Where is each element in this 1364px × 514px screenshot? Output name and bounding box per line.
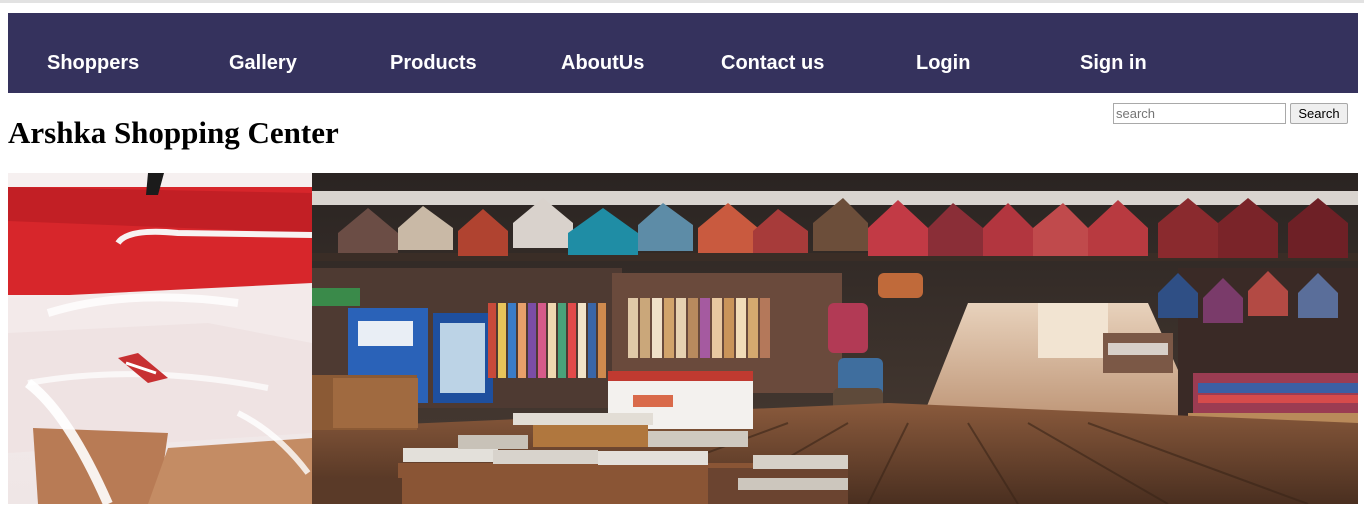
shopping-bags-photo <box>8 173 313 504</box>
nav-item-products[interactable]: Products <box>390 51 477 75</box>
market-stalls-photo <box>312 173 1358 504</box>
nav-item-gallery[interactable]: Gallery <box>229 51 297 75</box>
nav-item-shoppers[interactable]: Shoppers <box>47 51 139 75</box>
nav-item-contact-us[interactable]: Contact us <box>721 51 824 75</box>
search-input[interactable] <box>1113 103 1286 124</box>
hero-banner <box>8 173 1358 504</box>
page-title: Arshka Shopping Center <box>8 115 339 150</box>
search-button[interactable]: Search <box>1290 103 1348 124</box>
nav-item-aboutus[interactable]: AboutUs <box>561 51 644 75</box>
nav-item-login[interactable]: Login <box>916 51 970 75</box>
main-navbar: Shoppers Gallery Products AboutUs Contac… <box>8 13 1358 93</box>
browser-top-border <box>0 0 1364 3</box>
nav-item-sign-in[interactable]: Sign in <box>1080 51 1147 75</box>
